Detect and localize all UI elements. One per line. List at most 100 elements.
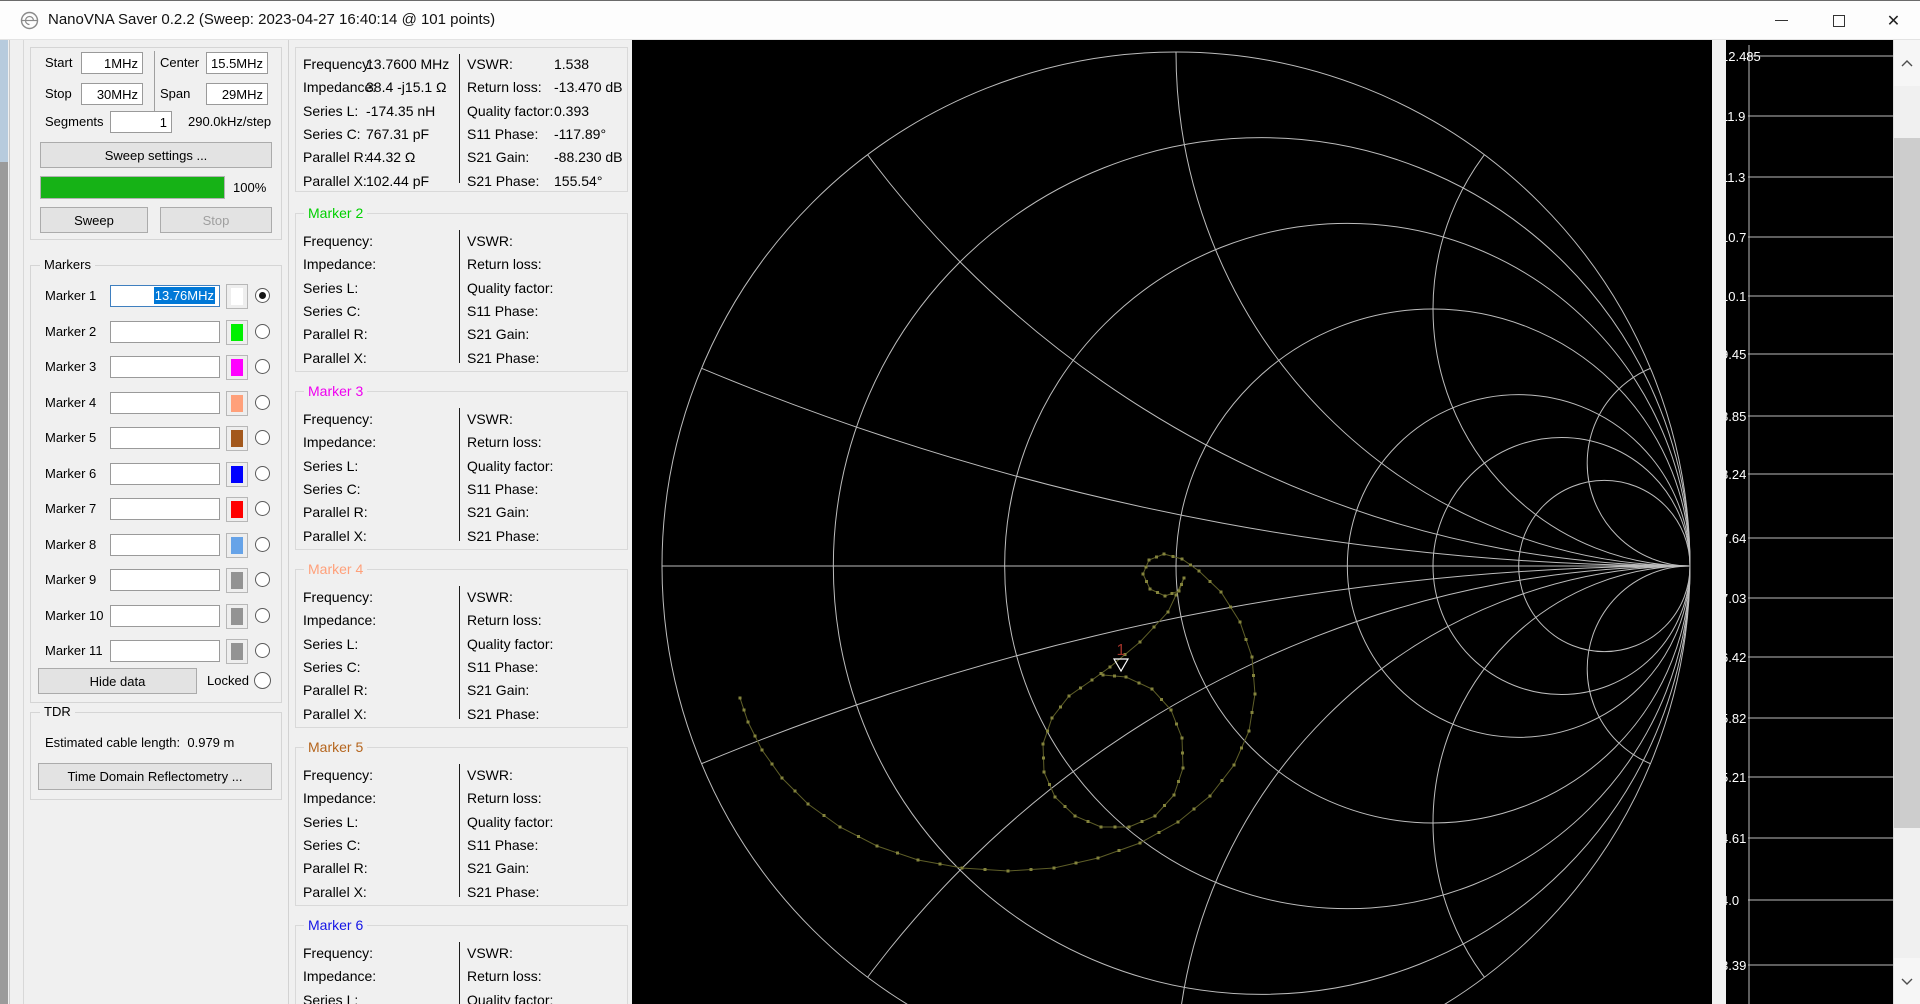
field-label: Impedance: xyxy=(303,434,377,451)
marker-select-radio[interactable] xyxy=(255,430,270,445)
start-input[interactable] xyxy=(81,52,143,74)
marker-select-radio[interactable] xyxy=(255,643,270,658)
stop-label: Stop xyxy=(45,86,72,101)
svg-text:1: 1 xyxy=(1117,642,1126,659)
marker-color-swatch[interactable] xyxy=(226,426,248,451)
field-label: S21 Gain: xyxy=(467,504,530,521)
scrollbar-thumb[interactable] xyxy=(1894,138,1920,828)
svg-text:3.39: 3.39 xyxy=(1726,958,1746,973)
sweep-settings-button[interactable]: Sweep settings ... xyxy=(40,142,272,168)
locked-checkbox[interactable] xyxy=(254,672,271,689)
marker-color-swatch[interactable] xyxy=(226,284,248,309)
field-label: VSWR: xyxy=(467,767,513,783)
hide-data-button[interactable]: Hide data xyxy=(38,668,197,694)
field-label: Series C: xyxy=(303,836,361,853)
marker-row-label: Marker 5 xyxy=(45,430,97,445)
marker-color-fill xyxy=(231,501,243,518)
sweep-button[interactable]: Sweep xyxy=(40,207,148,233)
section-column-divider xyxy=(459,764,460,897)
marker-color-swatch[interactable] xyxy=(226,639,248,664)
marker-frequency-input[interactable] xyxy=(110,533,220,556)
marker-select-radio[interactable] xyxy=(255,465,270,481)
field-label: Frequency: xyxy=(303,56,374,72)
field-label: Return loss: xyxy=(467,256,542,273)
stop-input[interactable] xyxy=(81,83,143,105)
marker-data-section: Marker 4 Frequency: VSWR: Impedance: Return … xyxy=(295,562,628,728)
svg-text:11.3: 11.3 xyxy=(1726,170,1745,185)
svg-text:8.24: 8.24 xyxy=(1726,467,1746,482)
field-value: -117.89° xyxy=(554,125,607,142)
marker-select-radio[interactable] xyxy=(255,394,270,410)
marker-frequency-input[interactable] xyxy=(110,320,220,343)
field-label: Quality factor: xyxy=(467,279,554,296)
marker-select-radio[interactable] xyxy=(255,536,270,552)
field-label: Series L: xyxy=(303,813,359,830)
marker-frequency-input[interactable] xyxy=(110,569,220,591)
minimize-button[interactable] xyxy=(1753,2,1810,39)
field-label: S21 Phase: xyxy=(467,883,540,900)
field-label: S11 Phase: xyxy=(467,302,539,319)
field-label: Frequency: xyxy=(303,411,374,427)
scroll-down-button[interactable] xyxy=(1894,958,1920,1004)
marker-frequency-input[interactable] xyxy=(110,462,220,485)
stop-button[interactable]: Stop xyxy=(160,207,272,233)
hide-data-label: Hide data xyxy=(89,673,146,689)
marker-color-fill xyxy=(231,430,243,447)
segments-input[interactable] xyxy=(110,111,172,133)
field-label: Return loss: xyxy=(467,790,542,807)
marker-frequency-input[interactable]: 13.76MHz xyxy=(110,285,220,307)
scroll-up-button[interactable] xyxy=(1894,40,1920,86)
field-label: Parallel R: xyxy=(303,682,368,699)
marker-frequency-input[interactable] xyxy=(110,604,220,627)
marker-color-fill xyxy=(231,359,243,376)
maximize-button[interactable] xyxy=(1810,2,1867,39)
marker-frequency-input[interactable] xyxy=(110,427,220,449)
marker-color-swatch[interactable] xyxy=(226,461,248,487)
marker-row-label: Marker 10 xyxy=(45,607,104,623)
field-label: Series C: xyxy=(303,302,361,319)
left-divider-line xyxy=(9,40,10,1004)
marker-color-swatch[interactable] xyxy=(226,497,248,522)
svg-text:8.85: 8.85 xyxy=(1726,409,1746,424)
marker-color-fill xyxy=(231,572,243,589)
marker-color-swatch[interactable] xyxy=(226,568,248,593)
marker-frequency-input[interactable] xyxy=(110,356,220,378)
panel-separator xyxy=(288,40,289,1004)
center-input[interactable] xyxy=(206,52,268,74)
marker-color-fill xyxy=(231,536,243,554)
marker-color-swatch[interactable] xyxy=(226,390,248,416)
marker-frequency-input[interactable] xyxy=(110,391,220,414)
marker-color-swatch[interactable] xyxy=(226,603,248,629)
marker-frequency-input[interactable] xyxy=(110,498,220,520)
field-label: Parallel X: xyxy=(303,705,367,722)
field-value: -88.230 dB xyxy=(554,149,623,166)
marker-select-radio[interactable] xyxy=(255,607,270,623)
tdr-button[interactable]: Time Domain Reflectometry ... xyxy=(38,763,272,790)
marker-frequency-input[interactable] xyxy=(110,640,220,662)
marker-color-swatch[interactable] xyxy=(226,532,248,558)
span-input[interactable] xyxy=(206,83,268,105)
marker-color-swatch[interactable] xyxy=(226,355,248,380)
cable-length-value: 0.979 m xyxy=(187,735,235,750)
marker-section-title: Marker 2 xyxy=(304,206,368,221)
chevron-up-icon xyxy=(1901,59,1913,66)
marker-color-fill xyxy=(231,288,243,305)
close-icon: ✕ xyxy=(1886,12,1901,30)
vertical-scrollbar[interactable] xyxy=(1893,40,1920,1004)
marker-select-radio[interactable] xyxy=(255,501,270,516)
marker-select-radio[interactable] xyxy=(255,288,270,303)
field-label: Impedance: xyxy=(303,612,377,629)
marker-color-swatch[interactable] xyxy=(226,319,248,345)
field-label: Parallel X: xyxy=(303,172,367,189)
field-label: Parallel R: xyxy=(303,326,368,343)
marker-select-radio[interactable] xyxy=(255,359,270,374)
marker-select-radio[interactable] xyxy=(255,323,270,339)
maximize-icon xyxy=(1832,14,1845,27)
field-label: VSWR: xyxy=(467,945,513,961)
edge-strip-bottom xyxy=(0,162,8,1004)
marker-select-radio[interactable] xyxy=(255,572,270,587)
close-button[interactable]: ✕ xyxy=(1867,2,1920,39)
smith-chart[interactable]: 1 xyxy=(632,40,1712,1004)
svg-text:11.9: 11.9 xyxy=(1726,109,1745,124)
field-value: 0.393 xyxy=(554,102,590,119)
